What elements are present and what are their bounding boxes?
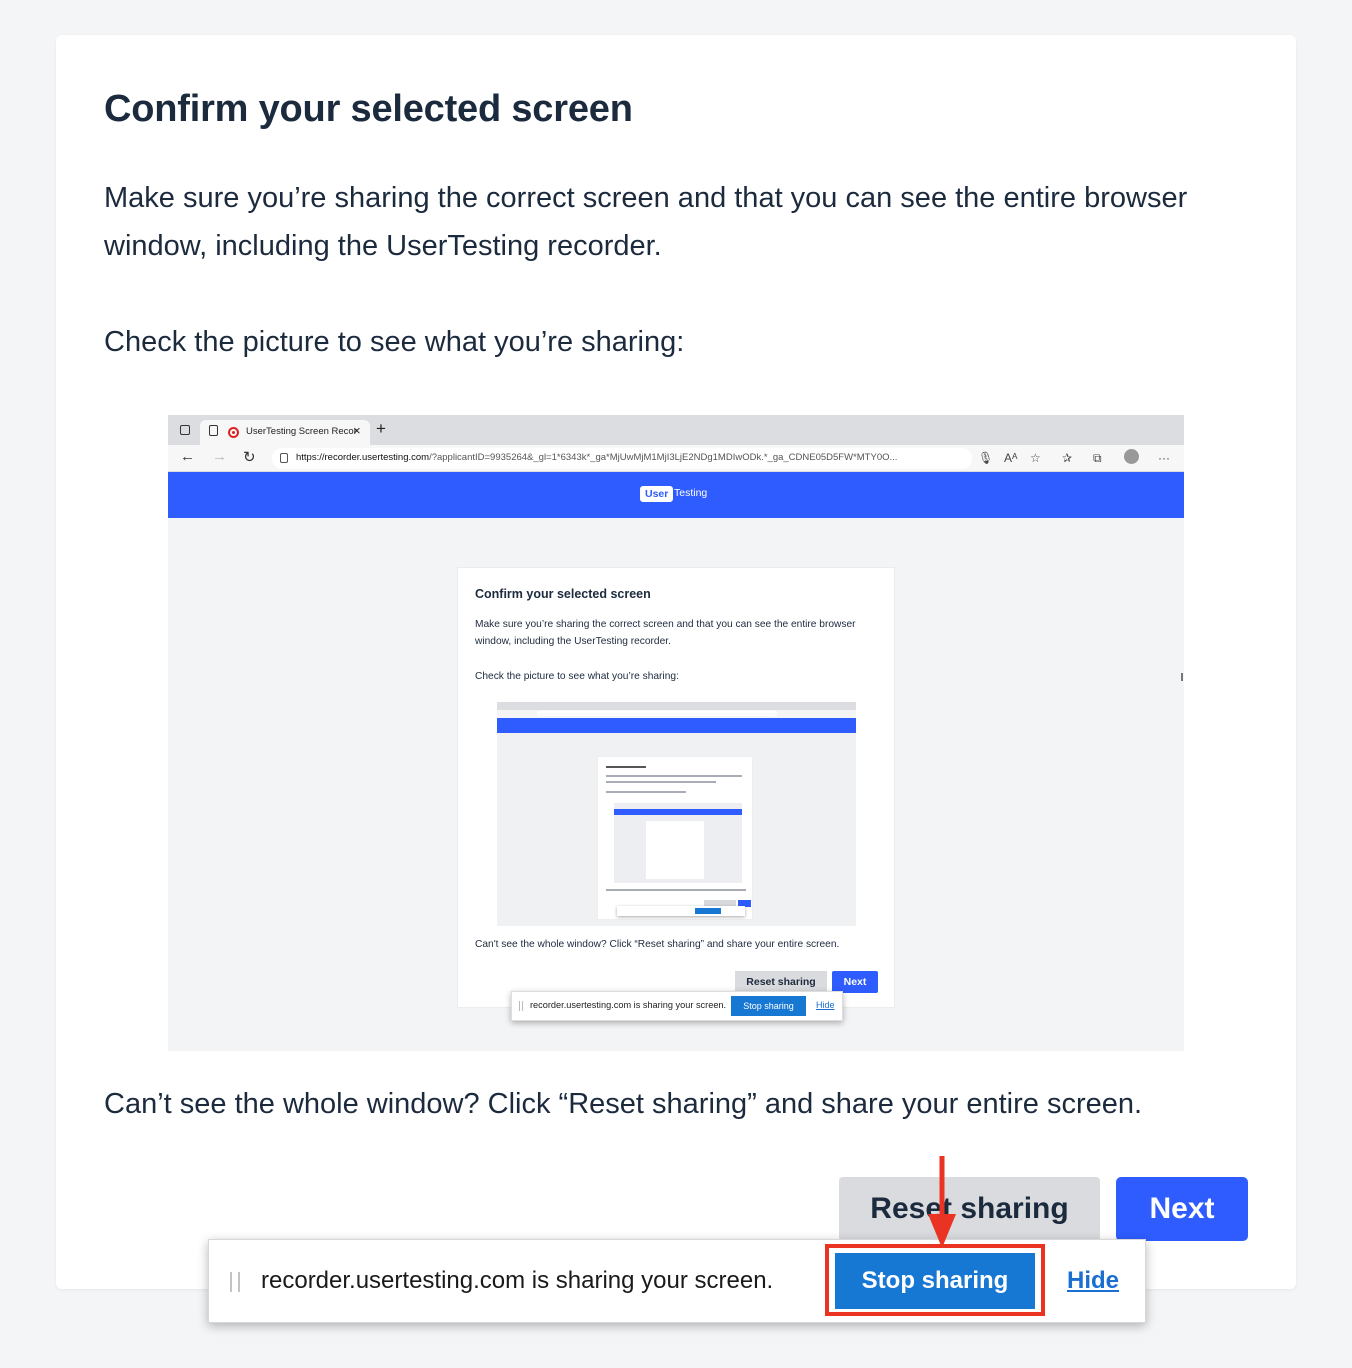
hide-link[interactable]: Hide — [1067, 1267, 1119, 1295]
close-icon: × — [353, 423, 361, 438]
sharing-status-text: recorder.usertesting.com is sharing your… — [261, 1267, 774, 1294]
preview-hide-link: Hide — [816, 1000, 835, 1010]
preview-inner-paragraph1: Make sure you’re sharing the correct scr… — [475, 619, 856, 647]
preview-stop-button: Stop sharing — [731, 996, 806, 1016]
favorite-add-icon: ☆ — [1030, 451, 1041, 465]
page-icon — [209, 425, 218, 436]
usertesting-logo-mark: User — [640, 486, 674, 502]
stop-sharing-button[interactable]: Stop sharing — [835, 1253, 1035, 1309]
back-icon: ← — [180, 448, 195, 465]
preview-reset-button: Reset sharing — [735, 971, 827, 993]
preview-tab: UserTesting Screen Recor × — [200, 420, 370, 445]
preview-tab-bar: UserTesting Screen Recor × + — [168, 415, 1184, 445]
tab-actions-icon — [180, 425, 190, 435]
preview-url-domain: https://recorder.usertesting.com — [296, 452, 430, 463]
usertesting-logo-text: Testing — [674, 487, 708, 499]
preview-scroll-marker — [1181, 673, 1183, 681]
recording-icon — [228, 427, 239, 438]
preview-tab-label: UserTesting Screen Recor — [246, 426, 357, 437]
profile-avatar-icon — [1124, 449, 1139, 464]
reset-sharing-button[interactable]: Reset sharing — [839, 1177, 1100, 1241]
preview-nested-image — [497, 702, 856, 926]
preview-grip-icon — [519, 1001, 523, 1011]
next-button[interactable]: Next — [1116, 1177, 1248, 1241]
preview-url-rest: /?applicantID=9935264&_gl=1*6343k*_ga*Mj… — [429, 452, 898, 463]
preview-address-bar: ← → ↻ https://recorder.usertesting.com/?… — [168, 445, 1184, 472]
collections-icon: ⧉ — [1093, 451, 1102, 465]
preview-header-bar: User Testing — [168, 472, 1184, 518]
read-aloud-icon: Aᴬ — [1004, 451, 1018, 465]
favorites-icon: ✰ — [1062, 451, 1073, 465]
preview-inner-title: Confirm your selected screen — [475, 587, 651, 601]
drag-handle-icon[interactable] — [230, 1272, 240, 1292]
screen-sharing-bar: recorder.usertesting.com is sharing your… — [208, 1239, 1146, 1323]
preview-sharing-bar: recorder.usertesting.com is sharing your… — [511, 991, 843, 1021]
page-title: Confirm your selected screen — [104, 88, 633, 130]
plus-icon: + — [376, 419, 386, 438]
preview-inner-card: Confirm your selected screen Make sure y… — [457, 567, 895, 1008]
instruction-paragraph: Make sure you’re sharing the correct scr… — [104, 182, 1188, 262]
preview-inner-paragraph3: Can't see the whole window? Click “Reset… — [475, 939, 840, 950]
mic-icon: 🎙 — [978, 451, 994, 465]
screen-preview-image: UserTesting Screen Recor × + ← → ↻ https… — [168, 415, 1184, 1051]
preview-url-field: https://recorder.usertesting.com/?applic… — [272, 448, 972, 469]
check-picture-paragraph: Check the picture to see what you’re sha… — [104, 326, 685, 358]
reset-hint-paragraph: Can’t see the whole window? Click “Reset… — [104, 1088, 1143, 1120]
preview-next-button: Next — [832, 971, 878, 993]
preview-sharing-text: recorder.usertesting.com is sharing your… — [530, 1000, 727, 1010]
more-icon: ··· — [1158, 451, 1170, 465]
annotation-arrow-icon — [928, 1156, 956, 1248]
refresh-icon: ↻ — [243, 449, 256, 466]
lock-icon — [280, 453, 288, 463]
forward-icon: → — [212, 448, 227, 465]
preview-inner-paragraph2: Check the picture to see what you’re sha… — [475, 671, 679, 682]
